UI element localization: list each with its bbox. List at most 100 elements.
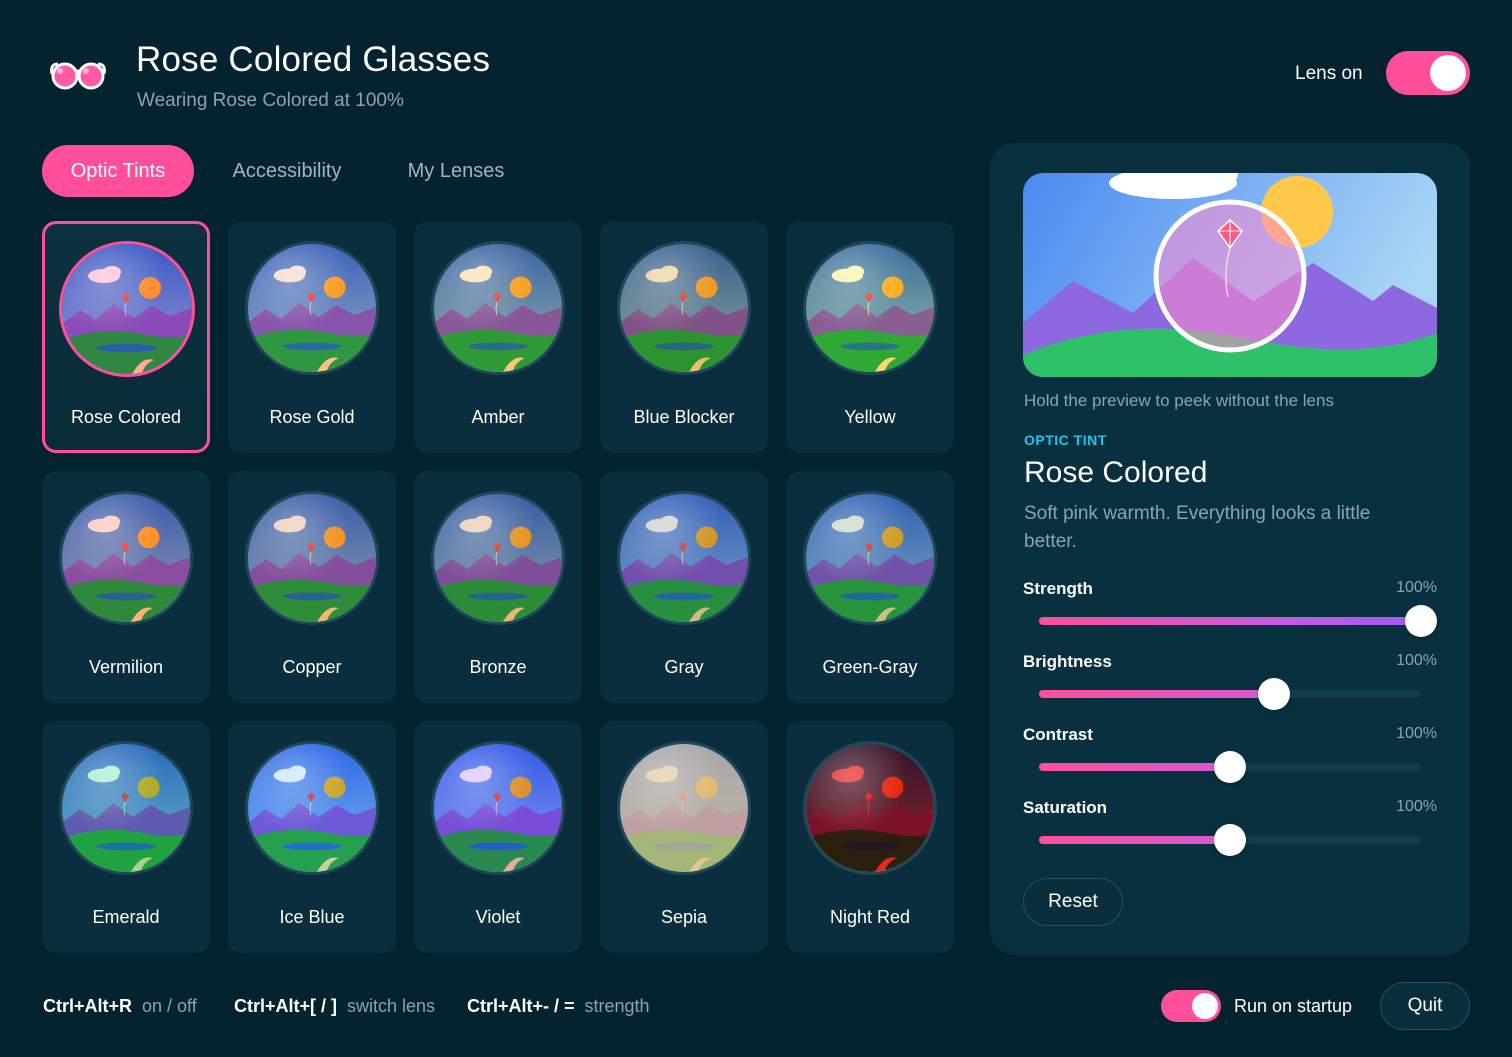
lens-gloss — [620, 494, 748, 622]
lens-gloss — [434, 744, 562, 872]
lens-card-label: Rose Gold — [269, 407, 355, 427]
lens-gloss — [434, 244, 562, 372]
slider-value-strength: 100% — [1396, 579, 1437, 596]
lens-card-blue-blocker[interactable]: Blue Blocker — [600, 221, 768, 453]
lens-card-label: Violet — [475, 907, 521, 927]
lens-card-night-red[interactable]: Night Red — [786, 721, 954, 953]
shortcut-description: switch lens — [347, 996, 436, 1016]
glasses-icon — [48, 58, 108, 90]
lens-thumbnail — [617, 741, 751, 875]
lens-card-label: Blue Blocker — [633, 407, 735, 427]
lens-card-emerald[interactable]: Emerald — [42, 721, 210, 953]
slider-value-contrast: 100% — [1396, 725, 1437, 742]
lens-thumbnail — [803, 241, 937, 375]
lens-thumbnail — [431, 741, 565, 875]
lens-thumbnail — [803, 741, 937, 875]
shortcut-keys: Ctrl+Alt+[ / ] — [234, 996, 338, 1016]
slider-brightness[interactable] — [1039, 678, 1421, 710]
lens-gloss — [62, 244, 192, 374]
slider-label-strength: Strength — [1023, 579, 1093, 598]
shortcut-keys: Ctrl+Alt+R — [43, 996, 133, 1016]
lens-gloss — [62, 494, 190, 622]
tint-description: Soft pink warmth. Everything looks a lit… — [1024, 503, 1371, 552]
lens-thumbnail — [245, 241, 379, 375]
slider-fill — [1039, 690, 1274, 698]
lens-card-label: Rose Colored — [70, 407, 182, 427]
slider-knob[interactable] — [1214, 824, 1246, 856]
toggle-knob — [1192, 993, 1218, 1019]
quit-button[interactable]: Quit — [1380, 982, 1470, 1030]
lens-card-label: Amber — [471, 407, 525, 427]
slider-contrast[interactable] — [1039, 751, 1421, 783]
slider-label-brightness: Brightness — [1023, 652, 1112, 671]
lens-thumbnail — [431, 241, 565, 375]
app-title: Rose Colored Glasses — [136, 40, 491, 79]
lens-card-label: Copper — [282, 657, 342, 677]
slider-fill — [1039, 836, 1230, 844]
lens-thumbnail — [59, 491, 193, 625]
slider-strength[interactable] — [1039, 605, 1437, 637]
tab-my-lenses[interactable]: My Lenses — [384, 145, 528, 197]
tint-kicker: OPTIC TINT — [1024, 432, 1107, 448]
lens-card-ice-blue[interactable]: Ice Blue — [228, 721, 396, 953]
lens-card-label: Ice Blue — [279, 907, 345, 927]
toggle-knob — [1430, 55, 1466, 91]
lens-card-label: Vermilion — [88, 657, 164, 677]
lens-card-violet[interactable]: Violet — [414, 721, 582, 953]
slider-label-contrast: Contrast — [1023, 725, 1093, 744]
startup-label: Run on startup — [1234, 996, 1353, 1016]
lens-card-label: Green-Gray — [822, 657, 918, 677]
lens-card-gray[interactable]: Gray — [600, 471, 768, 703]
lens-toggle[interactable] — [1386, 51, 1470, 95]
lens-card-amber[interactable]: Amber — [414, 221, 582, 453]
lens-card-yellow[interactable]: Yellow — [786, 221, 954, 453]
lens-card-label: Night Red — [829, 907, 911, 927]
lens-gloss — [248, 244, 376, 372]
lens-gloss — [248, 744, 376, 872]
app-subtitle: Wearing Rose Colored at 100% — [137, 90, 404, 111]
lens-gloss — [806, 244, 934, 372]
shortcut-hint: Ctrl+Alt+[ / ] switch lens — [234, 996, 435, 1017]
lens-thumbnail — [617, 241, 751, 375]
slider-value-saturation: 100% — [1396, 798, 1437, 815]
lens-gloss — [806, 494, 934, 622]
lens-preview[interactable] — [1023, 173, 1437, 377]
lens-card-green-gray[interactable]: Green-Gray — [786, 471, 954, 703]
preview-hint: Hold the preview to peek without the len… — [1024, 391, 1334, 410]
tab-optic-tints[interactable]: Optic Tints — [42, 145, 194, 197]
lens-detail-panel: Hold the preview to peek without the len… — [990, 143, 1470, 955]
slider-knob[interactable] — [1214, 751, 1246, 783]
lens-card-vermilion[interactable]: Vermilion — [42, 471, 210, 703]
startup-toggle[interactable] — [1161, 990, 1221, 1022]
lens-gloss — [62, 744, 190, 872]
lens-card-copper[interactable]: Copper — [228, 471, 396, 703]
lens-card-label: Emerald — [92, 907, 160, 927]
lens-gloss — [620, 744, 748, 872]
lens-gloss — [248, 494, 376, 622]
tab-accessibility[interactable]: Accessibility — [216, 145, 358, 197]
shortcut-keys: Ctrl+Alt+- / = — [467, 996, 575, 1016]
slider-knob[interactable] — [1257, 678, 1290, 710]
lens-card-label: Gray — [664, 657, 704, 677]
lens-card-label: Bronze — [469, 657, 527, 677]
shortcut-hint: Ctrl+Alt+- / = strength — [467, 996, 650, 1017]
lens-card-label: Sepia — [660, 907, 708, 927]
lens-card-rose-colored[interactable]: Rose Colored — [42, 221, 210, 453]
lens-card-bronze[interactable]: Bronze — [414, 471, 582, 703]
slider-fill — [1039, 763, 1230, 771]
slider-saturation[interactable] — [1039, 824, 1421, 856]
lens-card-rose-gold[interactable]: Rose Gold — [228, 221, 396, 453]
tint-name: Rose Colored — [1024, 456, 1208, 489]
lens-thumbnail — [245, 741, 379, 875]
lens-card-label: Yellow — [844, 407, 896, 427]
lens-thumbnail — [59, 241, 195, 377]
lens-thumbnail — [803, 491, 937, 625]
lens-gloss — [806, 744, 934, 872]
reset-button[interactable]: Reset — [1023, 878, 1123, 926]
slider-knob[interactable] — [1405, 605, 1437, 637]
lens-card-sepia[interactable]: Sepia — [600, 721, 768, 953]
shortcut-description: on / off — [142, 996, 197, 1016]
slider-value-brightness: 100% — [1396, 652, 1437, 669]
slider-label-saturation: Saturation — [1023, 798, 1108, 817]
lens-gloss — [434, 494, 562, 622]
